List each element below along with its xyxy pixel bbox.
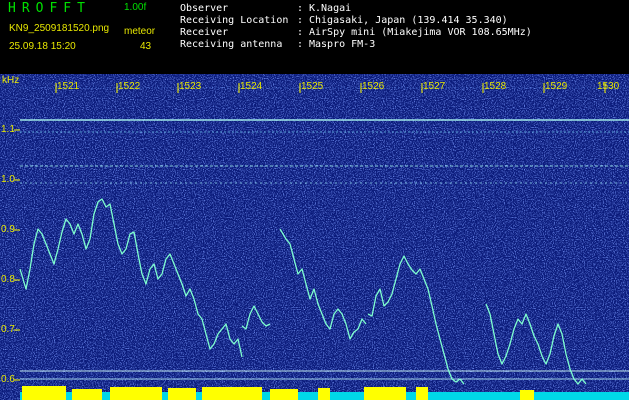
filename-label: KN9_2509181520.png [9,23,110,34]
antenna-separator: : [297,39,304,50]
y-tick-label: 0.6 [1,374,15,385]
receiver-label: Receiver [180,27,229,38]
location-value: Chigasaki, Japan (139.414 35.340) [309,15,508,26]
spectrogram-noise [0,74,629,400]
spectrogram-plot [0,74,629,400]
y-tick-label: 0.9 [1,224,15,235]
observer-separator: : [297,3,304,14]
y-tick-label: 0.8 [1,274,15,285]
x-tick-label: 1525 [301,81,324,92]
meteor-count: 43 [140,41,152,52]
y-tick-label: 1.0 [1,174,15,185]
unit-label: kHz [2,75,20,86]
x-tick-label: 1527 [423,81,446,92]
meteor-marker [168,388,196,400]
x-tick-label: 1526 [362,81,385,92]
meteor-marker [416,387,428,400]
meteor-marker [110,387,162,400]
header-panel: HROFFT 1.00f KN9_2509181520.png meteor 2… [0,0,629,74]
meteor-marker [318,388,330,400]
x-tick-label: 1530 [597,81,620,92]
app-title: HROFFT [8,1,91,16]
x-tick-label: 1529 [545,81,568,92]
meteor-marker [202,387,262,400]
location-label: Receiving Location [180,15,289,26]
x-tick-label: 1528 [484,81,507,92]
x-tick-label: 1521 [57,81,80,92]
meteor-marker [520,390,534,400]
datetime-label: 25.09.18 15:20 [9,41,76,52]
antenna-value: Maspro FM-3 [309,39,376,50]
meteor-label: meteor [124,26,156,37]
version-label: 1.00f [124,2,147,13]
receiver-value: AirSpy mini (Miakejima VOR 108.65MHz) [309,27,532,38]
meteor-marker [270,389,298,400]
y-tick-label: 0.7 [1,324,15,335]
x-tick-label: 1524 [240,81,263,92]
x-tick-label: 1523 [179,81,202,92]
observer-label: Observer [180,3,229,14]
meteor-marker [364,387,406,400]
x-tick-label: 1522 [118,81,141,92]
receiver-separator: : [297,27,304,38]
observer-value: K.Nagai [309,3,352,14]
y-tick-label: 1.1 [1,124,15,135]
meteor-marker [22,386,66,400]
location-separator: : [297,15,304,26]
meteor-marker [72,389,102,400]
antenna-label: Receiving antenna [180,39,283,50]
